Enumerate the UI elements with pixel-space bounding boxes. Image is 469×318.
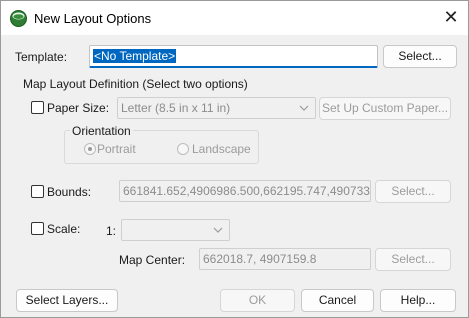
template-input[interactable]: <No Template> — [89, 45, 378, 68]
title-bar[interactable]: New Layout Options ✕ — [1, 1, 468, 35]
portrait-radio[interactable] — [84, 143, 96, 155]
map-center-input[interactable]: 662018.7, 4907159.8 — [199, 248, 371, 270]
dialog-title: New Layout Options — [34, 11, 152, 26]
paper-size-label: Paper Size: — [47, 101, 110, 115]
template-label: Template: — [15, 50, 68, 64]
close-icon[interactable]: ✕ — [441, 8, 461, 28]
scale-select[interactable] — [121, 219, 230, 241]
paper-size-checkbox[interactable] — [31, 101, 44, 114]
paper-size-value: Letter (8.5 in x 11 in) — [121, 101, 231, 115]
ok-button[interactable]: OK — [220, 289, 295, 312]
bounds-select-button[interactable]: Select... — [375, 180, 451, 203]
template-input-value: <No Template> — [93, 49, 177, 63]
cancel-button[interactable]: Cancel — [301, 289, 374, 312]
paper-size-select[interactable]: Letter (8.5 in x 11 in) — [117, 97, 316, 119]
set-up-custom-paper-button[interactable]: Set Up Custom Paper... — [319, 97, 451, 120]
chevron-down-icon — [299, 105, 309, 111]
globe-icon — [10, 10, 27, 27]
select-layers-button[interactable]: Select Layers... — [16, 289, 118, 312]
template-select-button[interactable]: Select... — [383, 45, 457, 68]
scale-checkbox[interactable] — [31, 222, 44, 235]
help-button[interactable]: Help... — [380, 289, 456, 312]
bounds-checkbox[interactable] — [31, 185, 44, 198]
landscape-radio[interactable] — [177, 143, 189, 155]
map-center-label: Map Center: — [119, 253, 186, 267]
map-center-value: 662018.7, 4907159.8 — [203, 252, 317, 266]
map-center-select-button[interactable]: Select... — [375, 248, 451, 271]
bounds-value: 661841.652,4906986.500,662195.747,490733… — [123, 184, 371, 198]
new-layout-options-dialog: New Layout Options ✕ Template: <No Templ… — [0, 0, 469, 318]
bounds-label: Bounds: — [47, 185, 92, 199]
portrait-label: Portrait — [97, 142, 136, 156]
chevron-down-icon — [213, 227, 223, 233]
orientation-label: Orientation — [70, 124, 133, 138]
map-layout-group-label: Map Layout Definition (Select two option… — [23, 77, 248, 91]
scale-ratio-prefix: 1: — [106, 224, 117, 238]
bounds-input[interactable]: 661841.652,4906986.500,662195.747,490733… — [119, 180, 371, 202]
scale-label: Scale: — [47, 222, 81, 236]
landscape-label: Landscape — [192, 142, 251, 156]
